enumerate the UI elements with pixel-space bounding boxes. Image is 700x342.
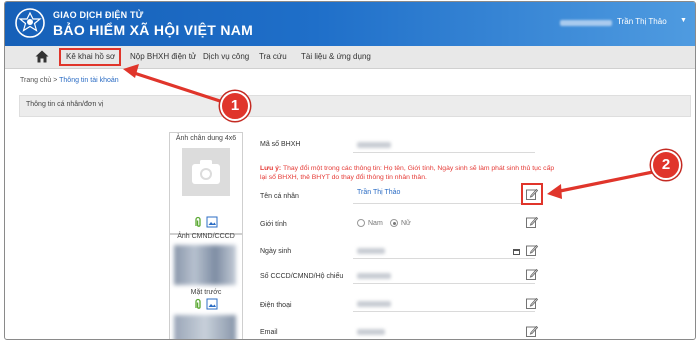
arrow-1-icon: [123, 64, 225, 104]
browser-frame: GIAO DỊCH ĐIỆN TỬ BẢO HIỂM XÃ HỘI VIỆT N…: [4, 1, 696, 340]
step-1-badge: 1: [220, 91, 250, 121]
arrow-2-icon: [547, 170, 655, 199]
annotation-arrows: [123, 64, 655, 199]
step-2-badge: 2: [651, 150, 681, 180]
